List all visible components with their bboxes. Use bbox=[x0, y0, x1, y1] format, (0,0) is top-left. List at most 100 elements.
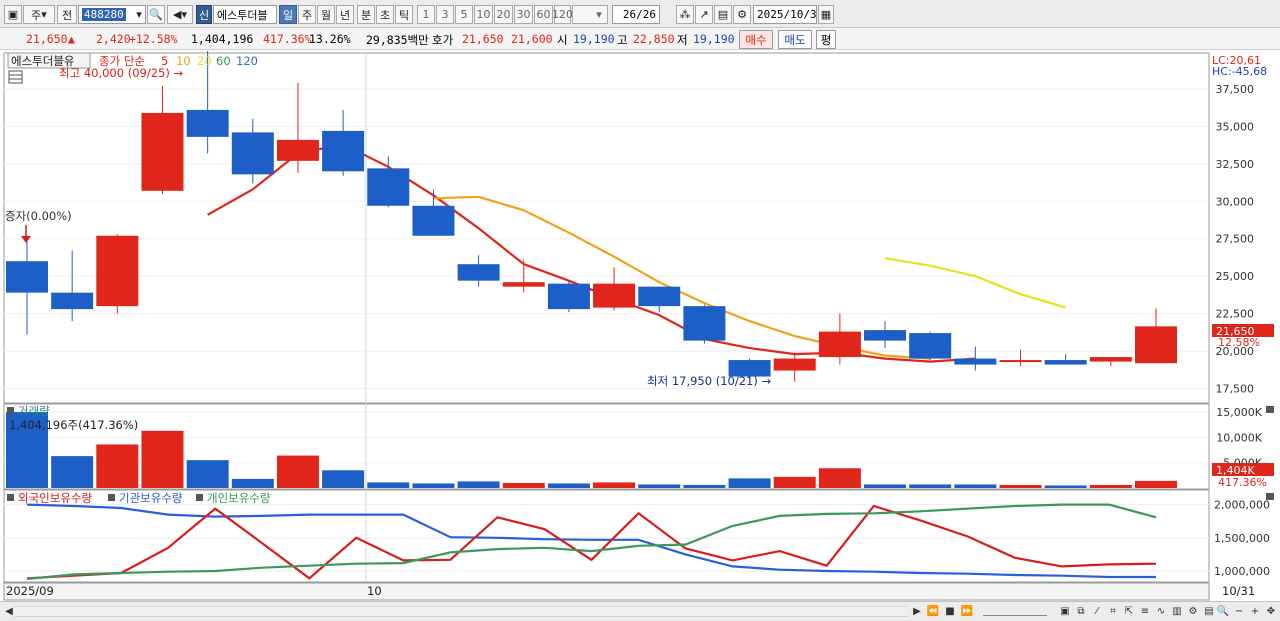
legend-marker bbox=[108, 494, 115, 501]
save-icon[interactable]: ▤ bbox=[714, 5, 732, 24]
volume-panel-close-icon[interactable] bbox=[1266, 406, 1274, 413]
interval-60[interactable]: 60 bbox=[534, 5, 553, 24]
calendar-icon[interactable]: ▦ bbox=[818, 5, 834, 24]
candle-body bbox=[141, 112, 184, 191]
interval-3[interactable]: 3 bbox=[436, 5, 454, 24]
chart-area[interactable]: 37,500 35,000 32,500 30,000 27,500 25,000 22,5… bbox=[0, 36, 1280, 601]
holding-y-tick: 1,500,000 bbox=[1214, 532, 1270, 545]
code-dropdown-icon[interactable]: ▾ bbox=[132, 5, 146, 24]
period-day[interactable]: 일 bbox=[279, 5, 297, 24]
candle-body bbox=[457, 264, 500, 281]
speaker-icon[interactable]: ◀▾ bbox=[167, 5, 193, 24]
buy-button[interactable]: 매수 bbox=[739, 30, 773, 49]
compare-icon[interactable]: ⧉ bbox=[1074, 604, 1088, 618]
stock-name-field: 에스투더블 bbox=[213, 5, 277, 24]
gear-icon[interactable]: ⚙ bbox=[1186, 604, 1200, 618]
fib-tool-icon[interactable]: ≡ bbox=[1138, 604, 1152, 618]
holding-y-tick: 2,000,000 bbox=[1214, 499, 1270, 512]
candle-body bbox=[1044, 360, 1087, 365]
price-y-tick: 17,500 bbox=[1216, 383, 1255, 396]
up-arrow-icon: ▲ bbox=[68, 32, 75, 46]
interval-120[interactable]: 120 bbox=[552, 5, 573, 24]
high-price: 22,850 bbox=[633, 32, 675, 46]
zoom-out-icon[interactable]: − bbox=[1232, 604, 1246, 618]
prev-button[interactable]: 전 bbox=[57, 5, 77, 24]
date-input[interactable]: 2025/10/31 bbox=[753, 5, 823, 24]
candle-body bbox=[638, 286, 681, 307]
rewind-icon[interactable]: ⏪ bbox=[926, 604, 940, 618]
bottom-bar: ◀ ▶ ⏪ ■ ⏩ ▣ ⧉ ⁄ ⌗ ⇱ ≡ ∿ ▥ ⚙ ▤ 🔍 − + ✥ bbox=[0, 601, 1280, 621]
fast-forward-icon[interactable]: ⏩ bbox=[960, 604, 974, 618]
pattern-icon[interactable]: ⌗ bbox=[1106, 604, 1120, 618]
draw-icon[interactable]: ↗ bbox=[695, 5, 713, 24]
sell-button[interactable]: 매도 bbox=[778, 30, 812, 49]
period-tick[interactable]: 틱 bbox=[395, 5, 413, 24]
zoom-in-icon[interactable]: + bbox=[1248, 604, 1262, 618]
interval-30[interactable]: 30 bbox=[514, 5, 533, 24]
volume-bar bbox=[547, 483, 590, 488]
interval-5[interactable]: 5 bbox=[455, 5, 473, 24]
volume-panel bbox=[3, 403, 1210, 490]
legend-ma20: 20 bbox=[197, 54, 212, 68]
candle-body bbox=[954, 358, 997, 365]
arrow-tool-icon[interactable]: ⇱ bbox=[1122, 604, 1136, 618]
bid-price: 21,600 bbox=[511, 32, 553, 46]
pan-icon[interactable]: ✥ bbox=[1264, 604, 1278, 618]
candle-body bbox=[186, 109, 229, 137]
period-second[interactable]: 초 bbox=[376, 5, 394, 24]
interval-20[interactable]: 20 bbox=[494, 5, 513, 24]
export-icon[interactable]: ▤ bbox=[1202, 604, 1216, 618]
legend-foreign: 외국인보유수량 bbox=[18, 491, 92, 505]
low-price: 19,190 bbox=[693, 32, 735, 46]
market-select[interactable]: 주 ▾ bbox=[23, 5, 55, 24]
legend-ma60: 60 bbox=[216, 54, 231, 68]
volume-bar bbox=[367, 482, 410, 488]
volume-bar bbox=[276, 455, 319, 488]
layout-icon[interactable]: ▣ bbox=[4, 5, 22, 24]
layout-icon[interactable]: ▣ bbox=[1058, 604, 1072, 618]
volume-bar bbox=[909, 484, 952, 488]
interval-1[interactable]: 1 bbox=[417, 5, 435, 24]
open-price: 19,190 bbox=[573, 32, 615, 46]
x-axis bbox=[3, 582, 1210, 601]
volume-bar bbox=[1135, 480, 1177, 488]
custom-interval-select[interactable]: ▾ bbox=[572, 5, 608, 24]
trade-amount: 29,835백만 bbox=[366, 33, 429, 47]
chart-type-icon[interactable]: ▥ bbox=[1170, 604, 1184, 618]
volume-bar bbox=[502, 482, 545, 488]
gear-icon[interactable]: ⚙ bbox=[733, 5, 751, 24]
volume-bar bbox=[96, 444, 139, 488]
high-label: 고 bbox=[617, 33, 628, 47]
wave-tool-icon[interactable]: ∿ bbox=[1154, 604, 1168, 618]
volume-bar bbox=[999, 484, 1042, 488]
x-axis-end: 10/31 bbox=[1222, 584, 1255, 598]
data-table-icon[interactable] bbox=[8, 70, 23, 84]
interval-10[interactable]: 10 bbox=[474, 5, 493, 24]
price-panel bbox=[3, 52, 1210, 404]
search-icon[interactable]: 🔍 bbox=[147, 5, 165, 24]
period-month[interactable]: 월 bbox=[317, 5, 335, 24]
low-label: 저 bbox=[677, 33, 688, 47]
price-y-tick: 32,500 bbox=[1216, 158, 1255, 171]
avg-button[interactable]: 평 bbox=[816, 30, 836, 49]
hoga-label: 호가 bbox=[432, 33, 454, 47]
horizontal-scrollbar[interactable] bbox=[14, 606, 908, 617]
price-y-tick: 25,000 bbox=[1216, 270, 1255, 283]
event-annotation: 증자(0.00%) bbox=[5, 209, 72, 223]
volume-bar bbox=[322, 470, 365, 488]
compare-icon[interactable]: ⁂ bbox=[676, 5, 694, 24]
stop-icon[interactable]: ■ bbox=[943, 604, 957, 618]
period-week[interactable]: 주 bbox=[298, 5, 316, 24]
ask-price: 21,650 bbox=[462, 32, 504, 46]
zoom-icon[interactable]: 🔍 bbox=[1216, 604, 1230, 618]
line-tool-icon[interactable]: ⁄ bbox=[1090, 604, 1104, 618]
x-axis-mid: 10 bbox=[367, 584, 382, 598]
chart-svg[interactable]: 37,500 35,000 32,500 30,000 27,500 25,000 22,5… bbox=[0, 36, 1280, 601]
period-year[interactable]: 년 bbox=[336, 5, 354, 24]
volume-bar bbox=[412, 483, 455, 488]
period-minute[interactable]: 분 bbox=[357, 5, 375, 24]
scroll-right-icon[interactable]: ▶ bbox=[910, 604, 924, 618]
holding-panel-close-icon[interactable] bbox=[1266, 493, 1274, 500]
volume-bar bbox=[1089, 484, 1132, 488]
zoom-slider[interactable] bbox=[983, 604, 1047, 616]
